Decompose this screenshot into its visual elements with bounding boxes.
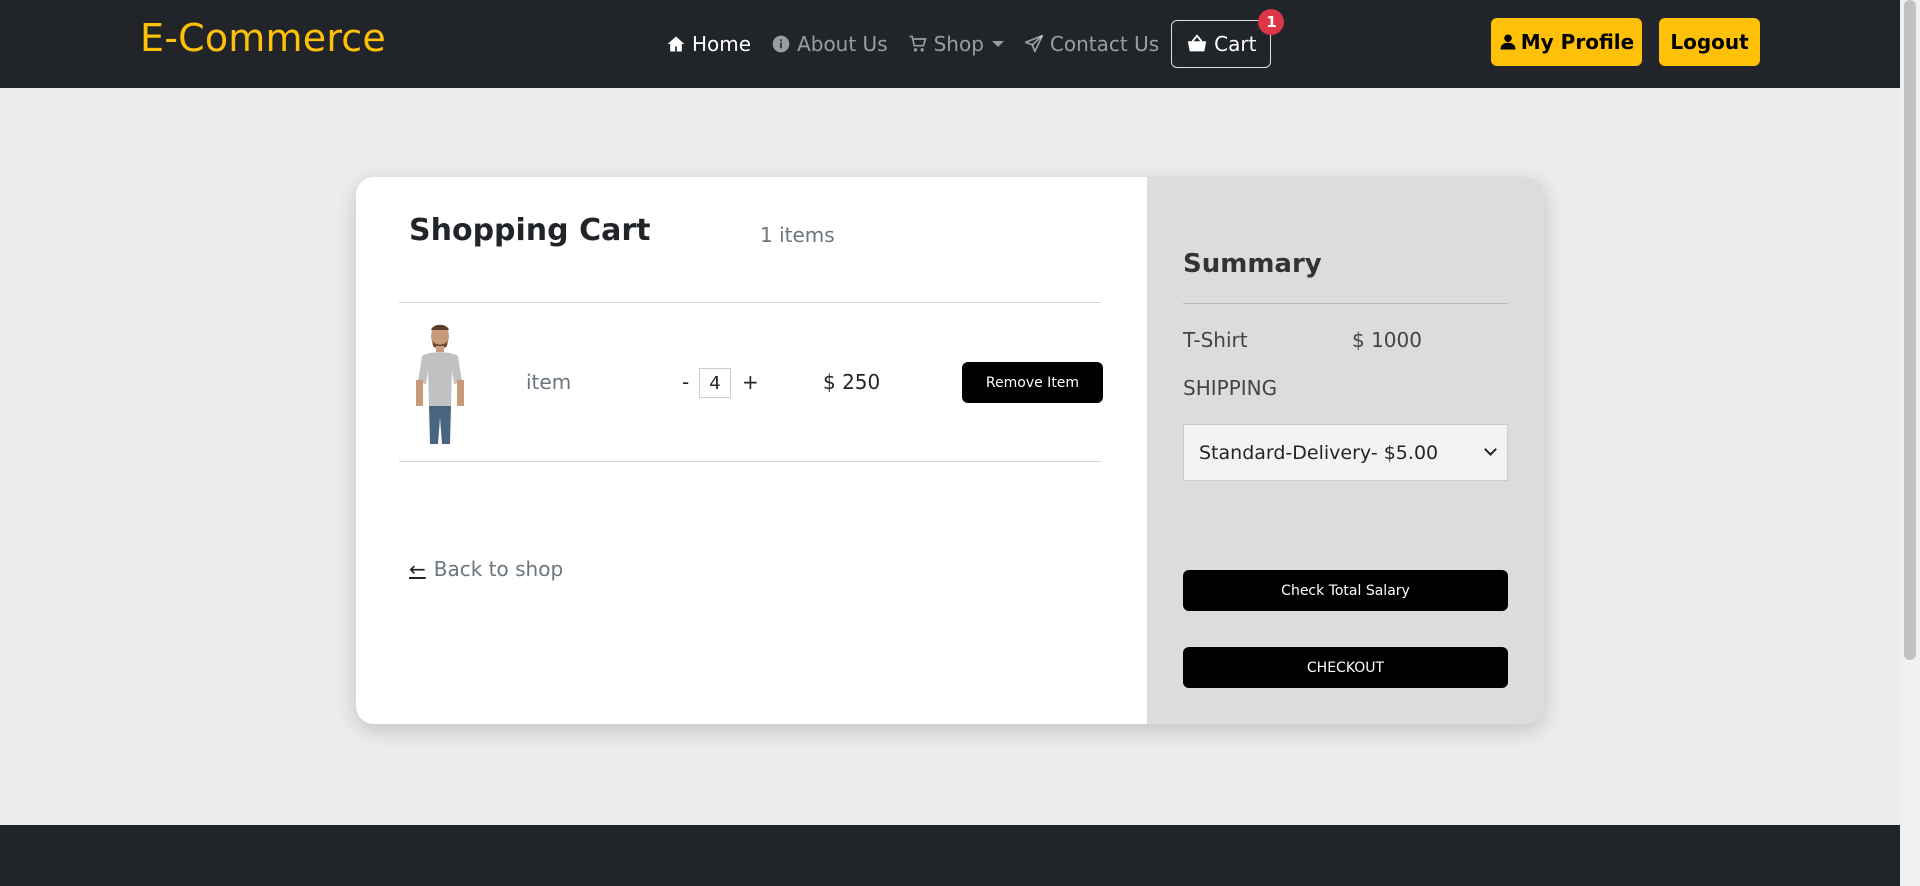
- my-profile-label: My Profile: [1520, 30, 1635, 54]
- brand-logo[interactable]: E-Commerce: [140, 16, 386, 60]
- cart-items-count: 1 items: [760, 223, 835, 247]
- divider: [1183, 303, 1508, 304]
- summary-title: Summary: [1183, 249, 1322, 279]
- shipping-select[interactable]: Standard-Delivery- $5.00: [1183, 424, 1508, 481]
- info-icon: [772, 35, 790, 53]
- main-nav: Home About Us Shop Contact Us Cart 1: [666, 9, 1285, 68]
- paper-plane-icon: [1024, 34, 1044, 53]
- logout-button[interactable]: Logout: [1659, 18, 1760, 66]
- page-scrollbar[interactable]: [1900, 0, 1920, 886]
- check-total-salary-button[interactable]: Check Total Salary: [1183, 570, 1508, 611]
- chevron-down-icon: [1484, 443, 1497, 456]
- cart-card: Shopping Cart 1 items item - + $ 250 Rem…: [356, 177, 1544, 724]
- shipping-selected-value: Standard-Delivery- $5.00: [1199, 441, 1439, 464]
- nav-contact-label: Contact Us: [1049, 32, 1160, 56]
- cart-title: Shopping Cart: [409, 213, 651, 248]
- cart-item-price: $ 250: [823, 370, 881, 394]
- caret-down-icon: [991, 41, 1004, 47]
- checkout-button[interactable]: CHECKOUT: [1183, 647, 1508, 688]
- navbar: E-Commerce Home About Us Shop Contact Us…: [0, 0, 1900, 88]
- quantity-input[interactable]: [699, 368, 731, 398]
- footer: [0, 825, 1900, 886]
- nav-home[interactable]: Home: [666, 32, 751, 56]
- nav-shop-label: Shop: [933, 32, 984, 56]
- product-image: [408, 322, 472, 444]
- summary-item-value: $ 1000: [1352, 328, 1422, 352]
- divider: [399, 302, 1101, 303]
- summary-item-name: T-Shirt: [1183, 328, 1248, 352]
- nav-cart-label: Cart: [1214, 32, 1257, 56]
- nav-cart-button[interactable]: Cart 1: [1171, 9, 1285, 68]
- cart-item-name: item: [526, 370, 572, 394]
- nav-about-label: About Us: [797, 32, 888, 56]
- quantity-increase-button[interactable]: +: [742, 370, 759, 394]
- shipping-label: SHIPPING: [1183, 376, 1278, 400]
- divider: [399, 461, 1101, 462]
- user-icon: [1500, 34, 1516, 50]
- remove-item-button[interactable]: Remove Item: [962, 362, 1103, 403]
- quantity-decrease-button[interactable]: -: [682, 370, 689, 394]
- arrow-left-icon: ←: [409, 557, 426, 581]
- cart-count-badge: 1: [1258, 9, 1285, 35]
- my-profile-button[interactable]: My Profile: [1491, 18, 1642, 66]
- scrollbar-thumb[interactable]: [1904, 0, 1916, 660]
- cart-pane: Shopping Cart 1 items item - + $ 250 Rem…: [356, 177, 1147, 724]
- back-to-shop-link[interactable]: ← Back to shop: [409, 557, 563, 581]
- home-icon: [667, 36, 685, 52]
- nav-home-label: Home: [692, 32, 752, 56]
- back-to-shop-label: Back to shop: [433, 557, 564, 581]
- nav-about[interactable]: About Us: [771, 32, 888, 56]
- nav-shop-dropdown[interactable]: Shop: [908, 32, 1004, 56]
- basket-icon: [1187, 34, 1207, 52]
- shopping-cart-icon: [909, 35, 927, 52]
- nav-contact[interactable]: Contact Us: [1024, 32, 1159, 56]
- summary-pane: Summary T-Shirt $ 1000 SHIPPING Standard…: [1147, 177, 1544, 724]
